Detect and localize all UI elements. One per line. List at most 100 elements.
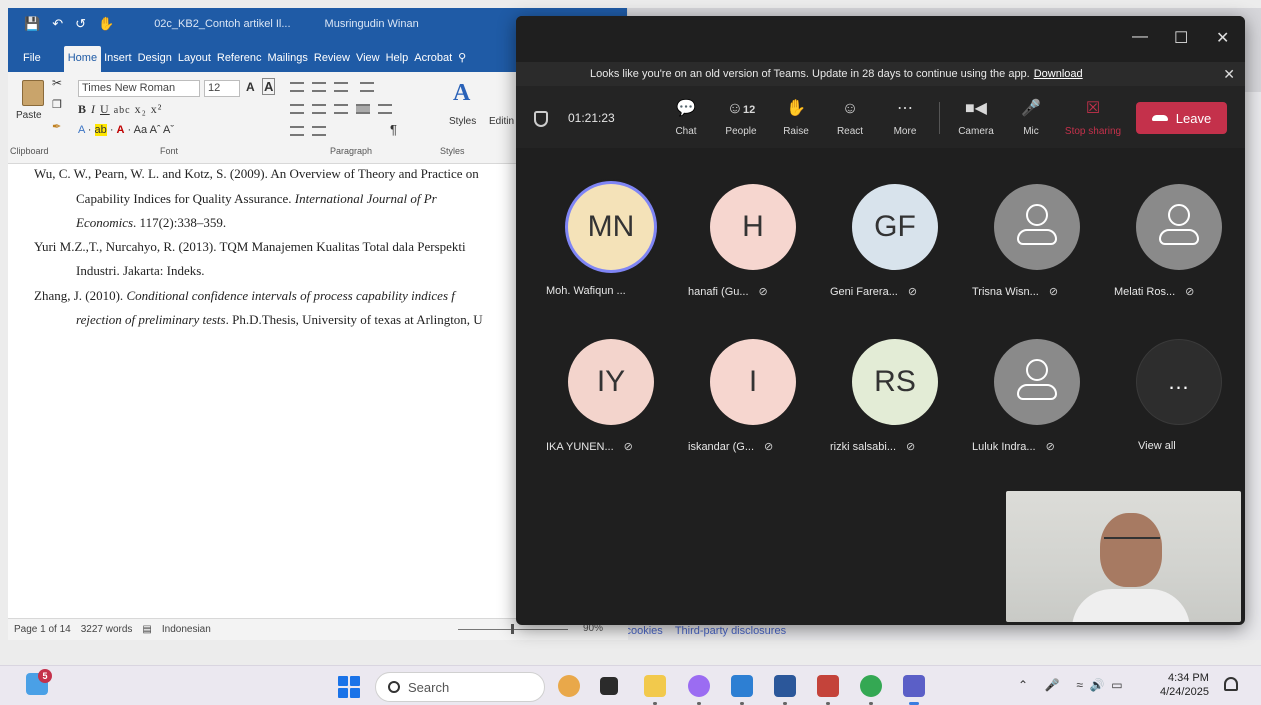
align-left-icon[interactable] xyxy=(290,104,304,114)
numbering-icon[interactable] xyxy=(312,82,326,92)
stop-sharing-button[interactable]: ☒ Stop sharing xyxy=(1060,98,1126,137)
tab-acrobat[interactable]: Acrobat xyxy=(411,52,455,72)
tab-file[interactable]: File xyxy=(20,52,44,72)
minimize-icon[interactable]: — xyxy=(1132,28,1148,46)
show-formatting-icon[interactable]: ¶ xyxy=(390,122,397,137)
underline-icon[interactable]: U xyxy=(100,102,110,116)
language-indicator[interactable]: Indonesian xyxy=(162,624,211,635)
highlight-icon[interactable]: ab xyxy=(94,124,107,136)
battery-icon[interactable]: ▭ xyxy=(1111,678,1122,692)
clear-format-icon[interactable]: A xyxy=(262,78,276,95)
copy-icon[interactable]: ❐ xyxy=(52,98,62,111)
tab-layout[interactable]: Layout xyxy=(175,52,214,72)
tab-review[interactable]: Review xyxy=(311,52,353,72)
participant-tile[interactable]: GF Geni Farera... ⊘ xyxy=(830,184,960,314)
paste-icon[interactable] xyxy=(22,80,44,106)
raise-hand-button[interactable]: ✋ Raise xyxy=(771,98,821,137)
subscript-icon[interactable]: x₂ xyxy=(135,102,147,116)
more-button[interactable]: ⋯ More xyxy=(880,98,930,137)
participant-tile[interactable]: Melati Ros... ⊘ xyxy=(1114,184,1244,314)
undo-icon[interactable]: ↶ xyxy=(52,16,63,32)
leave-button[interactable]: Leave xyxy=(1136,102,1227,134)
teams-icon[interactable] xyxy=(903,675,925,705)
participant-tile[interactable]: Trisna Wisn... ⊘ xyxy=(972,184,1102,314)
notification-bell-icon[interactable] xyxy=(1224,677,1238,691)
proofing-icon[interactable]: ▤ xyxy=(142,624,151,635)
word-count[interactable]: 3227 words xyxy=(81,624,133,635)
camera-button[interactable]: ■◀ Camera xyxy=(951,98,1001,137)
strikethrough-icon[interactable]: abc xyxy=(114,105,131,116)
tab-references[interactable]: Referenc xyxy=(214,52,265,72)
taskbar-search[interactable]: Search xyxy=(375,672,545,702)
copilot-icon[interactable] xyxy=(558,675,580,697)
tab-view[interactable]: View xyxy=(353,52,383,72)
touch-mode-icon[interactable]: ✋ xyxy=(98,16,114,32)
redo-icon[interactable]: ↺ xyxy=(75,16,86,32)
tab-mailings[interactable]: Mailings xyxy=(265,52,311,72)
participant-tile[interactable]: Iiskandar (G... ⊘ xyxy=(688,339,818,469)
powerpoint-icon[interactable] xyxy=(817,675,839,705)
page-count[interactable]: Page 1 of 14 xyxy=(14,624,71,635)
chrome-icon[interactable] xyxy=(860,675,882,705)
shading-icon[interactable] xyxy=(290,126,304,136)
tab-insert[interactable]: Insert xyxy=(101,52,135,72)
editing-button[interactable]: Editin xyxy=(489,116,514,127)
shield-icon[interactable] xyxy=(534,111,548,127)
file-explorer-icon[interactable] xyxy=(644,675,666,705)
chat-button[interactable]: 💬 Chat xyxy=(661,98,711,137)
columns-icon[interactable] xyxy=(378,104,392,114)
grow-font-icon[interactable]: Aˆ xyxy=(150,124,161,136)
italic-icon[interactable]: I xyxy=(91,102,96,116)
styles-icon[interactable]: A xyxy=(453,80,470,107)
save-icon[interactable]: 💾 xyxy=(24,16,40,32)
react-button[interactable]: ☺ React xyxy=(825,98,875,137)
account-name[interactable]: Musringudin Winan xyxy=(325,18,419,30)
grow-shrink-icon[interactable]: Aa xyxy=(134,124,147,136)
center-icon[interactable] xyxy=(312,104,326,114)
styles-button[interactable]: Styles xyxy=(449,116,476,127)
download-link[interactable]: Download xyxy=(1034,68,1083,80)
bold-icon[interactable]: B xyxy=(78,102,87,116)
paste-button[interactable]: Paste xyxy=(16,110,42,121)
font-name-select[interactable]: Times New Roman xyxy=(78,80,200,97)
view-all-button[interactable]: … View all xyxy=(1114,339,1244,469)
superscript-icon[interactable]: x² xyxy=(151,102,163,116)
people-button[interactable]: ☺12 People xyxy=(716,98,766,137)
participant-tile[interactable]: Luluk Indra... ⊘ xyxy=(972,339,1102,469)
banner-close-icon[interactable]: ✕ xyxy=(1223,62,1235,86)
volume-icon[interactable]: 🔊 xyxy=(1090,678,1105,692)
mail-icon[interactable] xyxy=(731,675,753,705)
font-color-icon[interactable]: A xyxy=(117,124,125,136)
justify-icon[interactable] xyxy=(356,104,370,114)
tab-help[interactable]: Help xyxy=(383,52,412,72)
participant-tile[interactable]: Hhanafi (Gu... ⊘ xyxy=(688,184,818,314)
participant-tile[interactable]: IY IKA YUNEN... ⊘ xyxy=(546,339,676,469)
change-case-icon[interactable]: A xyxy=(246,80,255,94)
tab-home[interactable]: Home xyxy=(63,46,102,72)
bullets-icon[interactable] xyxy=(290,82,304,92)
mic-tray-icon[interactable]: 🎤 xyxy=(1045,678,1060,692)
text-effects-icon[interactable]: A xyxy=(78,124,85,136)
clock[interactable]: 4:34 PM 4/24/2025 xyxy=(1160,671,1209,699)
borders-icon[interactable] xyxy=(312,126,326,136)
zoom-slider-thumb[interactable] xyxy=(511,624,514,634)
align-right-icon[interactable] xyxy=(334,104,348,114)
start-icon[interactable] xyxy=(338,676,360,698)
word-icon[interactable] xyxy=(774,675,796,705)
chevron-up-icon[interactable]: ⌃ xyxy=(1018,678,1028,692)
cut-icon[interactable]: ✂ xyxy=(52,76,62,90)
indent-icon[interactable] xyxy=(360,82,374,92)
wifi-icon[interactable]: ≈ xyxy=(1076,678,1083,692)
close-icon[interactable]: ✕ xyxy=(1216,28,1229,48)
task-view-icon[interactable] xyxy=(600,677,618,695)
edge-icon[interactable] xyxy=(688,675,710,705)
shrink-font-icon[interactable]: Aˇ xyxy=(163,124,174,136)
participant-tile[interactable]: RS rizki salsabi... ⊘ xyxy=(830,339,960,469)
participant-tile[interactable]: MN Moh. Wafiqun ... xyxy=(546,184,676,314)
search-icon[interactable]: ⚲ xyxy=(455,51,469,72)
font-size-select[interactable]: 12 xyxy=(204,80,240,97)
third-party-link[interactable]: Third-party disclosures xyxy=(675,625,786,637)
mic-button[interactable]: 🎤 Mic xyxy=(1006,98,1056,137)
maximize-icon[interactable]: ☐ xyxy=(1174,28,1188,48)
self-video-preview[interactable] xyxy=(1006,491,1241,622)
